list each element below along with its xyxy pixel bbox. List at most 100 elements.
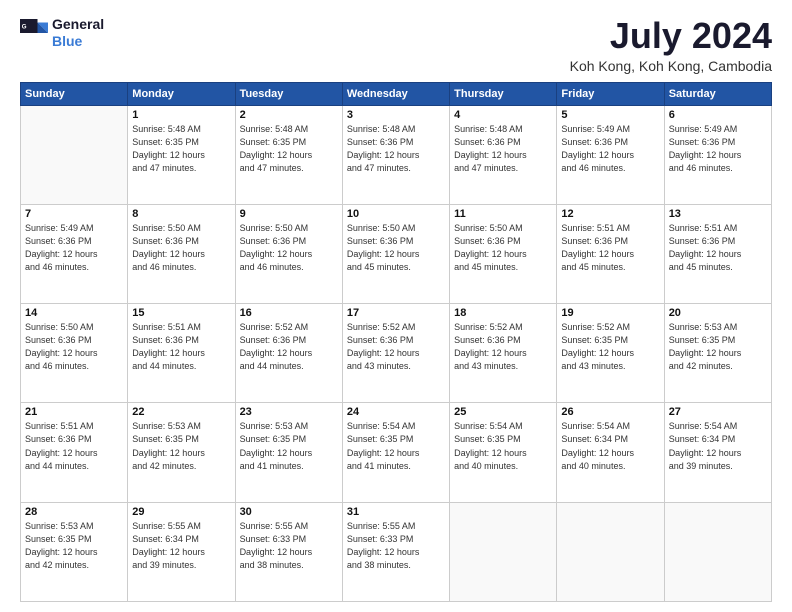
table-row: 18Sunrise: 5:52 AMSunset: 6:36 PMDayligh… [450,304,557,403]
day-number: 24 [347,406,445,418]
day-info: Sunrise: 5:53 AMSunset: 6:35 PMDaylight:… [240,420,338,472]
day-info: Sunrise: 5:52 AMSunset: 6:36 PMDaylight:… [347,321,445,373]
calendar-week-row: 14 Sunrise: 5:50 AMSunset: 6:36 PMDayligh… [21,304,772,403]
day-number: 17 [347,307,445,319]
day-number: 14 [25,307,123,319]
table-row [557,502,664,601]
table-row: 16 Sunrise: 5:52 AMSunset: 6:36 PMDayligh… [235,304,342,403]
table-row: 13 Sunrise: 5:51 AMSunset: 6:36 PMDayligh… [664,204,771,303]
day-number: 4 [454,109,552,121]
col-thursday: Thursday [450,82,557,105]
table-row: 25Sunrise: 5:54 AMSunset: 6:35 PMDayligh… [450,403,557,502]
day-number: 31 [347,506,445,518]
day-number: 10 [347,208,445,220]
table-row: 30 Sunrise: 5:55 AMSunset: 6:33 PMDayligh… [235,502,342,601]
day-info: Sunrise: 5:48 AMSunset: 6:36 PMDaylight:… [347,123,445,175]
logo-text: General Blue [52,16,104,50]
day-info: Sunrise: 5:48 AMSunset: 6:36 PMDaylight:… [454,123,552,175]
day-info: Sunrise: 5:51 AMSunset: 6:36 PMDaylight:… [25,420,123,472]
table-row [21,105,128,204]
table-row: 14 Sunrise: 5:50 AMSunset: 6:36 PMDayligh… [21,304,128,403]
logo: G General Blue [20,16,104,50]
calendar-week-row: 28Sunrise: 5:53 AMSunset: 6:35 PMDayligh… [21,502,772,601]
table-row: 23 Sunrise: 5:53 AMSunset: 6:35 PMDayligh… [235,403,342,502]
table-row: 7 Sunrise: 5:49 AMSunset: 6:36 PMDaylight… [21,204,128,303]
calendar-week-row: 1Sunrise: 5:48 AMSunset: 6:35 PMDaylight… [21,105,772,204]
table-row: 12 Sunrise: 5:51 AMSunset: 6:36 PMDayligh… [557,204,664,303]
calendar-header-row: Sunday Monday Tuesday Wednesday Thursday… [21,82,772,105]
table-row: 9 Sunrise: 5:50 AMSunset: 6:36 PMDaylight… [235,204,342,303]
col-saturday: Saturday [664,82,771,105]
day-info: Sunrise: 5:54 AMSunset: 6:34 PMDaylight:… [669,420,767,472]
day-number: 20 [669,307,767,319]
table-row: 19Sunrise: 5:52 AMSunset: 6:35 PMDayligh… [557,304,664,403]
table-row: 15Sunrise: 5:51 AMSunset: 6:36 PMDayligh… [128,304,235,403]
table-row: 6 Sunrise: 5:49 AMSunset: 6:36 PMDaylight… [664,105,771,204]
subtitle: Koh Kong, Koh Kong, Cambodia [570,58,772,74]
col-wednesday: Wednesday [342,82,449,105]
day-number: 3 [347,109,445,121]
day-number: 27 [669,406,767,418]
day-info: Sunrise: 5:51 AMSunset: 6:36 PMDaylight:… [132,321,230,373]
day-number: 22 [132,406,230,418]
day-number: 9 [240,208,338,220]
day-number: 6 [669,109,767,121]
col-monday: Monday [128,82,235,105]
calendar-week-row: 7 Sunrise: 5:49 AMSunset: 6:36 PMDaylight… [21,204,772,303]
day-number: 2 [240,109,338,121]
table-row: 4 Sunrise: 5:48 AMSunset: 6:36 PMDaylight… [450,105,557,204]
day-info: Sunrise: 5:48 AMSunset: 6:35 PMDaylight:… [132,123,230,175]
table-row: 29Sunrise: 5:55 AMSunset: 6:34 PMDayligh… [128,502,235,601]
day-info: Sunrise: 5:52 AMSunset: 6:36 PMDaylight:… [240,321,338,373]
table-row: 20 Sunrise: 5:53 AMSunset: 6:35 PMDayligh… [664,304,771,403]
col-friday: Friday [557,82,664,105]
day-info: Sunrise: 5:50 AMSunset: 6:36 PMDaylight:… [240,222,338,274]
day-info: Sunrise: 5:55 AMSunset: 6:34 PMDaylight:… [132,520,230,572]
day-info: Sunrise: 5:53 AMSunset: 6:35 PMDaylight:… [132,420,230,472]
col-tuesday: Tuesday [235,82,342,105]
table-row: 8 Sunrise: 5:50 AMSunset: 6:36 PMDaylight… [128,204,235,303]
day-info: Sunrise: 5:52 AMSunset: 6:35 PMDaylight:… [561,321,659,373]
table-row [450,502,557,601]
day-info: Sunrise: 5:51 AMSunset: 6:36 PMDaylight:… [669,222,767,274]
table-row: 3 Sunrise: 5:48 AMSunset: 6:36 PMDaylight… [342,105,449,204]
table-row: 26 Sunrise: 5:54 AMSunset: 6:34 PMDayligh… [557,403,664,502]
table-row: 21Sunrise: 5:51 AMSunset: 6:36 PMDayligh… [21,403,128,502]
table-row: 31 Sunrise: 5:55 AMSunset: 6:33 PMDayligh… [342,502,449,601]
calendar: Sunday Monday Tuesday Wednesday Thursday… [20,82,772,602]
day-info: Sunrise: 5:50 AMSunset: 6:36 PMDaylight:… [132,222,230,274]
day-number: 8 [132,208,230,220]
table-row: 1Sunrise: 5:48 AMSunset: 6:35 PMDaylight… [128,105,235,204]
day-info: Sunrise: 5:51 AMSunset: 6:36 PMDaylight:… [561,222,659,274]
day-number: 23 [240,406,338,418]
table-row: 11Sunrise: 5:50 AMSunset: 6:36 PMDayligh… [450,204,557,303]
day-info: Sunrise: 5:53 AMSunset: 6:35 PMDaylight:… [669,321,767,373]
day-info: Sunrise: 5:49 AMSunset: 6:36 PMDaylight:… [561,123,659,175]
day-number: 16 [240,307,338,319]
day-number: 30 [240,506,338,518]
table-row [664,502,771,601]
day-number: 25 [454,406,552,418]
page: G General Blue July 2024 Koh Kong, Koh K… [0,0,792,612]
svg-text:G: G [22,23,27,30]
day-number: 18 [454,307,552,319]
day-info: Sunrise: 5:49 AMSunset: 6:36 PMDaylight:… [669,123,767,175]
day-number: 26 [561,406,659,418]
table-row: 27 Sunrise: 5:54 AMSunset: 6:34 PMDayligh… [664,403,771,502]
day-info: Sunrise: 5:54 AMSunset: 6:34 PMDaylight:… [561,420,659,472]
day-info: Sunrise: 5:50 AMSunset: 6:36 PMDaylight:… [25,321,123,373]
day-info: Sunrise: 5:49 AMSunset: 6:36 PMDaylight:… [25,222,123,274]
day-number: 12 [561,208,659,220]
day-number: 5 [561,109,659,121]
title-block: July 2024 Koh Kong, Koh Kong, Cambodia [570,16,772,74]
day-number: 7 [25,208,123,220]
table-row: 10Sunrise: 5:50 AMSunset: 6:36 PMDayligh… [342,204,449,303]
day-info: Sunrise: 5:48 AMSunset: 6:35 PMDaylight:… [240,123,338,175]
day-info: Sunrise: 5:55 AMSunset: 6:33 PMDaylight:… [240,520,338,572]
day-number: 13 [669,208,767,220]
day-info: Sunrise: 5:55 AMSunset: 6:33 PMDaylight:… [347,520,445,572]
day-info: Sunrise: 5:53 AMSunset: 6:35 PMDaylight:… [25,520,123,572]
calendar-week-row: 21Sunrise: 5:51 AMSunset: 6:36 PMDayligh… [21,403,772,502]
day-info: Sunrise: 5:50 AMSunset: 6:36 PMDaylight:… [454,222,552,274]
table-row: 5 Sunrise: 5:49 AMSunset: 6:36 PMDaylight… [557,105,664,204]
